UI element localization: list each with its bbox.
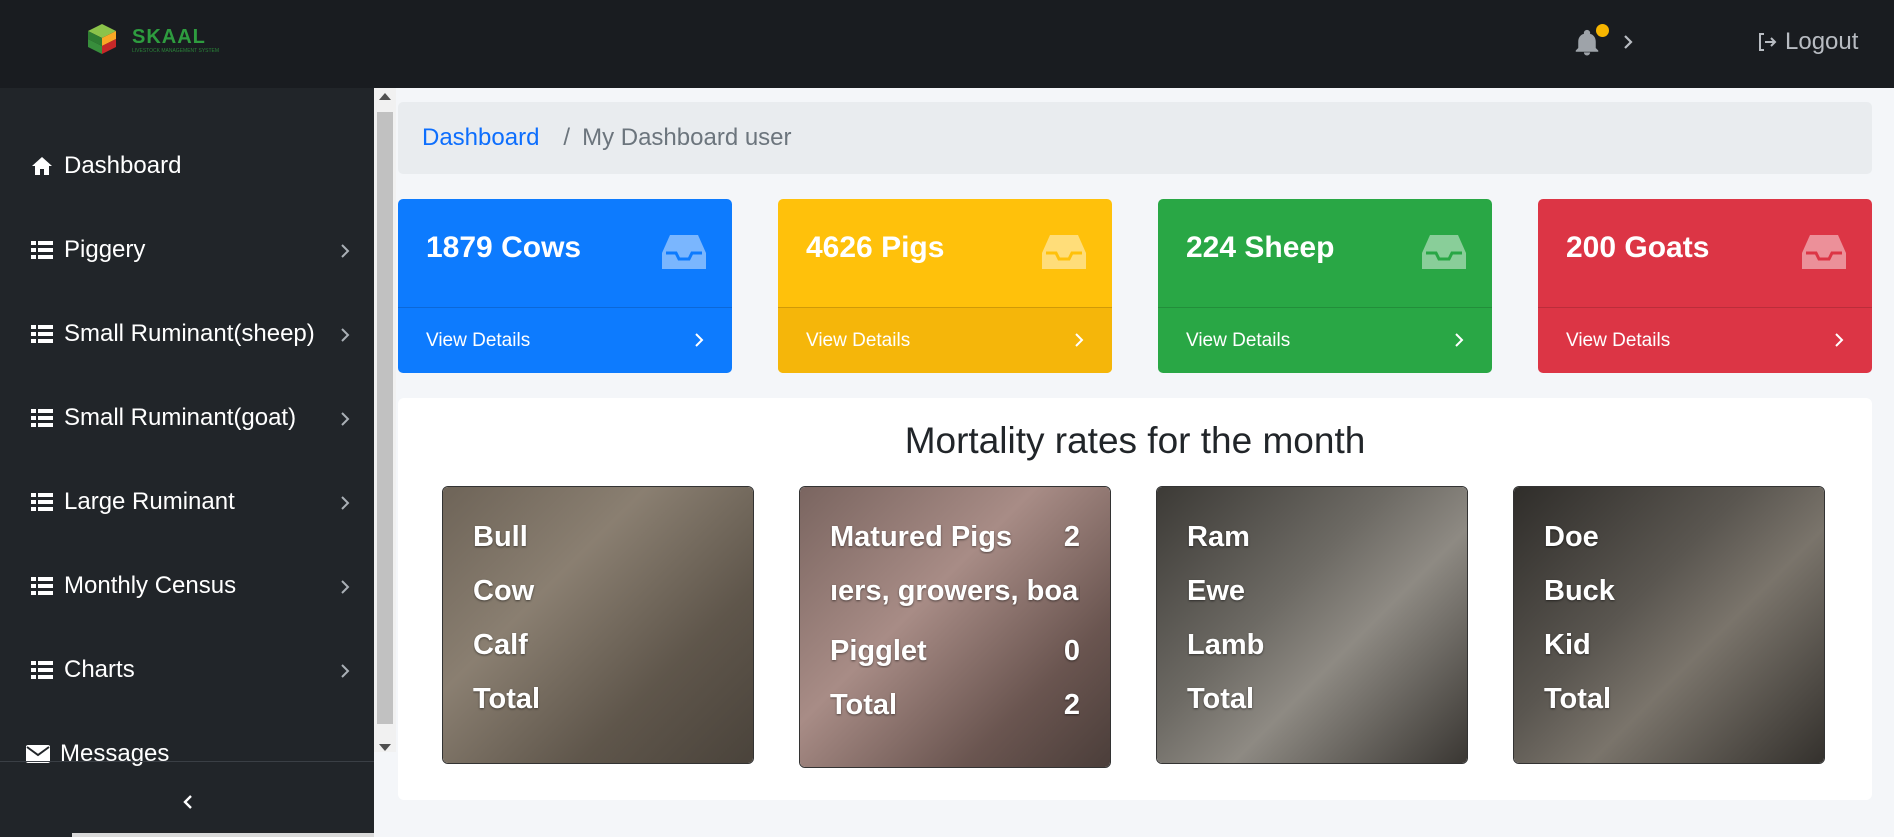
sign-out-icon [1759,33,1777,51]
mortality-row: Matured Pigs 2 [830,521,1080,553]
mortality-card-cattle: Bull Cow Calf Total [442,486,754,764]
inbox-icon [1042,233,1086,271]
list-icon [30,322,54,346]
logo-subtitle: LIVESTOCK MANAGEMENT SYSTEM [132,48,220,54]
sidebar-item-monthly-census[interactable]: Monthly Census [30,566,352,606]
view-details-link[interactable]: View Details [778,307,1112,373]
chevron-right-icon [338,492,352,512]
mortality-row: ıers, growers, boar [830,575,1080,607]
mortality-card-sheep: Ram Ewe Lamb Total [1156,486,1468,764]
chevron-right-icon [338,324,352,344]
mortality-row: Lamb [1187,629,1265,661]
chevron-right-icon [1834,332,1844,348]
mortality-row: Ram [1187,521,1250,553]
mortality-card-pigs: Matured Pigs 2 ıers, growers, boar Piggle… [799,486,1111,768]
view-details-label: View Details [1186,329,1291,351]
mortality-row: Doe [1544,521,1599,553]
vertical-scrollbar[interactable] [374,88,396,752]
breadcrumb-link-dashboard[interactable]: Dashboard [422,124,539,152]
mortality-row: Kid [1544,629,1591,661]
sidebar-item-label: Small Ruminant(goat) [64,404,297,431]
stat-count: 4626 Pigs [806,231,945,264]
view-details-link[interactable]: View Details [1538,307,1872,373]
envelope-icon [26,742,50,766]
breadcrumb-separator: / [563,124,571,151]
logout-label: Logout [1785,28,1859,55]
scroll-down-icon[interactable] [379,744,391,751]
sidebar-item-small-ruminant-goat[interactable]: Small Ruminant(goat) [30,398,352,438]
logo-icon [82,20,122,60]
view-details-label: View Details [806,329,911,351]
brand-logo[interactable]: SKAAL LIVESTOCK MANAGEMENT SYSTEM [82,20,219,60]
sidebar-item-label: Piggery [64,236,146,263]
list-icon [30,490,54,514]
chevron-right-icon [338,408,352,428]
mortality-row: Total [1187,683,1255,715]
sidebar-item-label: Charts [64,656,135,683]
mortality-row: Bull [473,521,528,553]
stat-count: 224 Sheep [1186,231,1335,264]
sidebar-divider [0,761,374,762]
view-details-link[interactable]: View Details [1158,307,1492,373]
sidebar-item-large-ruminant[interactable]: Large Ruminant [30,482,352,522]
mortality-row: Total 2 [830,689,1080,721]
sidebar-item-small-ruminant-sheep[interactable]: Small Ruminant(sheep) [30,314,352,354]
top-navbar: SKAAL LIVESTOCK MANAGEMENT SYSTEM Logout [0,0,1894,88]
mortality-row: Total [473,683,541,715]
stat-count: 200 Goats [1566,231,1710,264]
inbox-icon [1422,233,1466,271]
home-icon [30,154,54,178]
mortality-panel: Mortality rates for the month Bull Cow C… [398,398,1872,800]
stat-count: 1879 Cows [426,231,582,264]
sidebar-item-messages[interactable]: Messages [26,734,348,774]
mortality-row: Cow [473,575,535,607]
list-icon [30,574,54,598]
list-icon [30,658,54,682]
main-content: Dashboard / My Dashboard user 1879 Cows … [374,88,1894,837]
view-details-link[interactable]: View Details [398,307,732,373]
stat-card-goats: 200 Goats View Details [1538,199,1872,373]
mortality-row: Ewe [1187,575,1246,607]
list-icon [30,406,54,430]
mortality-row: Pigglet 0 [830,635,1080,667]
mortality-row: Buck [1544,575,1615,607]
sidebar-item-piggery[interactable]: Piggery [30,230,352,270]
sidebar-collapse-icon[interactable] [178,790,198,814]
inbox-icon [1802,233,1846,271]
scroll-up-icon[interactable] [379,93,391,100]
logout-button[interactable]: Logout [1755,28,1858,56]
scrollbar-thumb[interactable] [377,112,393,724]
sidebar-item-dashboard[interactable]: Dashboard [30,146,352,186]
view-details-label: View Details [426,329,531,351]
chevron-right-icon[interactable] [1618,30,1638,54]
view-details-label: View Details [1566,329,1671,351]
stat-card-sheep: 224 Sheep View Details [1158,199,1492,373]
sidebar-item-label: Small Ruminant(sheep) [64,320,315,347]
breadcrumb: Dashboard / My Dashboard user [398,102,1872,174]
chevron-right-icon [338,660,352,680]
stat-card-pigs: 4626 Pigs View Details [778,199,1112,373]
sidebar-item-label: Dashboard [64,152,182,179]
chevron-right-icon [694,332,704,348]
sidebar-item-label: Messages [60,740,170,767]
mortality-card-goats: Doe Buck Kid Total [1513,486,1825,764]
sidebar-item-label: Large Ruminant [64,488,235,515]
sidebar-item-label: Monthly Census [64,572,237,599]
mortality-title: Mortality rates for the month [904,420,1366,461]
chevron-right-icon [1074,332,1084,348]
stat-card-cows: 1879 Cows View Details [398,199,732,373]
logo-title: SKAAL [132,26,206,48]
notification-badge [1596,24,1609,37]
list-icon [30,238,54,262]
sidebar: Dashboard Piggery Small Ruminant(sheep) … [0,88,504,837]
chevron-right-icon [1454,332,1464,348]
chevron-right-icon [338,240,352,260]
chevron-right-icon [338,576,352,596]
inbox-icon [662,233,706,271]
sidebar-item-charts[interactable]: Charts [30,650,352,690]
breadcrumb-current: My Dashboard user [582,124,792,151]
mortality-row: Total [1544,683,1612,715]
mortality-row: Calf [473,629,528,661]
